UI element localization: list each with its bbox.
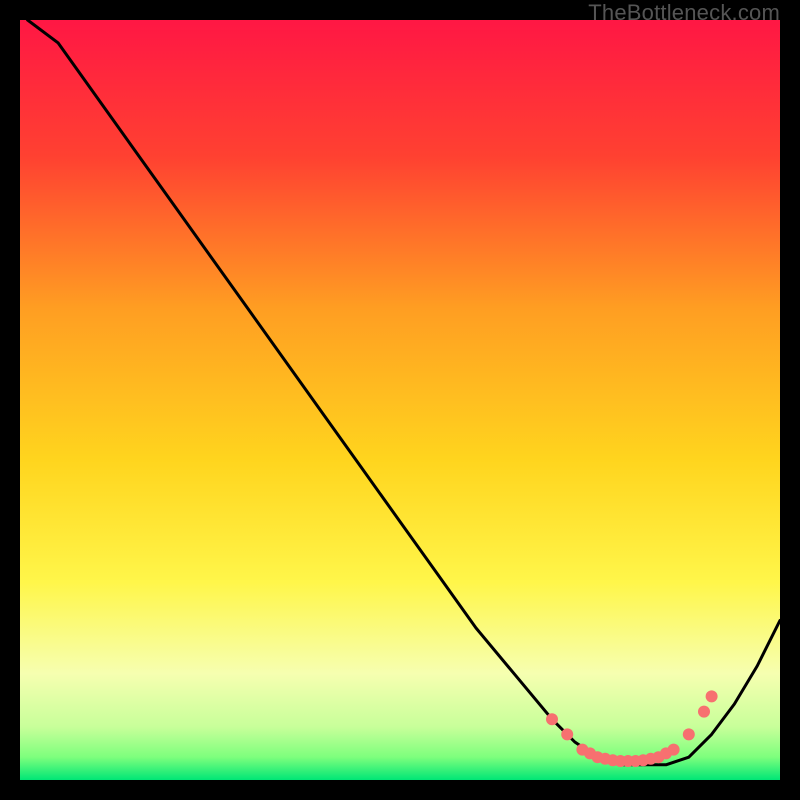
marker-dot (668, 744, 680, 756)
marker-dot (546, 713, 558, 725)
chart-svg (20, 20, 780, 780)
marker-dot (706, 690, 718, 702)
marker-dot (561, 728, 573, 740)
watermark-text: TheBottleneck.com (588, 0, 780, 26)
marker-dot (683, 728, 695, 740)
gradient-background (20, 20, 780, 780)
marker-dot (698, 706, 710, 718)
chart-container: TheBottleneck.com (0, 0, 800, 800)
